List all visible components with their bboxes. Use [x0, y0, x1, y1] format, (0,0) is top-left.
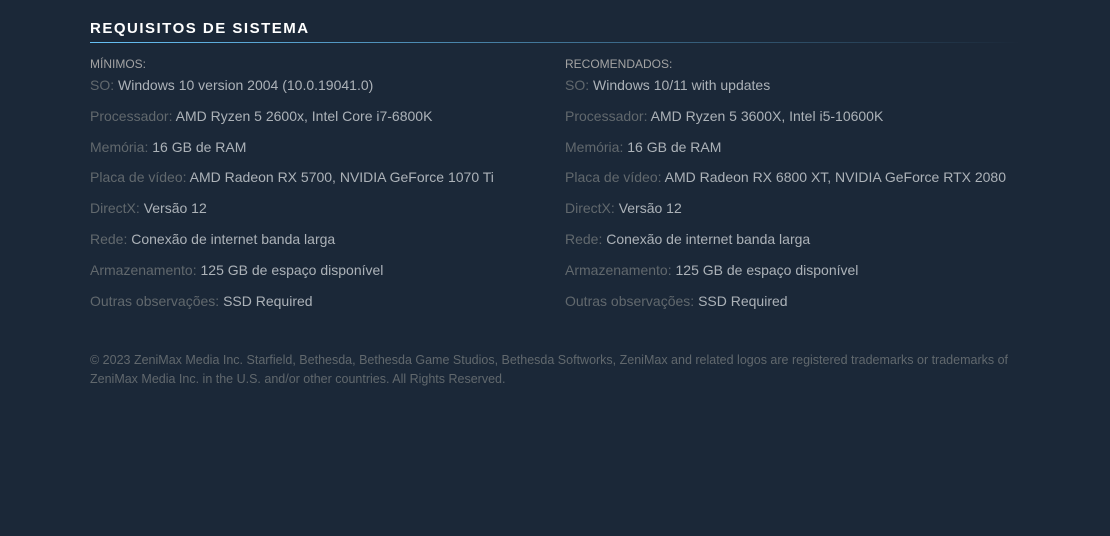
spec-item: Outras observações: SSD Required [90, 293, 545, 310]
spec-value: Versão 12 [619, 200, 682, 216]
spec-value: SSD Required [223, 293, 313, 309]
spec-value: Conexão de internet banda larga [606, 231, 810, 247]
spec-item: Memória: 16 GB de RAM [565, 139, 1020, 156]
recommended-header: RECOMENDADOS: [565, 57, 1020, 71]
legal-text: © 2023 ZeniMax Media Inc. Starfield, Bet… [90, 351, 1020, 387]
spec-item: DirectX: Versão 12 [90, 200, 545, 217]
minimum-column: MÍNIMOS: SO: Windows 10 version 2004 (10… [90, 57, 545, 323]
spec-item: Processador: AMD Ryzen 5 3600X, Intel i5… [565, 108, 1020, 125]
spec-item: Rede: Conexão de internet banda larga [90, 231, 545, 248]
spec-label: Armazenamento: [90, 262, 197, 278]
spec-value: 125 GB de espaço disponível [676, 262, 859, 278]
spec-item: Memória: 16 GB de RAM [90, 139, 545, 156]
spec-value: Windows 10 version 2004 (10.0.19041.0) [118, 77, 373, 93]
spec-value: Versão 12 [144, 200, 207, 216]
spec-label: Placa de vídeo: [90, 169, 187, 185]
spec-item: DirectX: Versão 12 [565, 200, 1020, 217]
minimum-header: MÍNIMOS: [90, 57, 545, 71]
spec-value: 125 GB de espaço disponível [201, 262, 384, 278]
spec-label: Memória: [90, 139, 148, 155]
spec-label: Armazenamento: [565, 262, 672, 278]
spec-value: Windows 10/11 with updates [593, 77, 770, 93]
spec-value: AMD Radeon RX 5700, NVIDIA GeForce 1070 … [190, 169, 494, 185]
spec-item: Processador: AMD Ryzen 5 2600x, Intel Co… [90, 108, 545, 125]
section-title: REQUISITOS DE SISTEMA [90, 20, 1020, 43]
spec-item: Placa de vídeo: AMD Radeon RX 6800 XT, N… [565, 169, 1020, 186]
spec-label: Memória: [565, 139, 623, 155]
spec-item: Armazenamento: 125 GB de espaço disponív… [565, 262, 1020, 279]
spec-label: DirectX: [90, 200, 140, 216]
spec-value: 16 GB de RAM [152, 139, 246, 155]
spec-label: SO: [565, 77, 589, 93]
spec-value: AMD Ryzen 5 2600x, Intel Core i7-6800K [176, 108, 433, 124]
spec-label: Outras observações: [565, 293, 694, 309]
spec-value: AMD Radeon RX 6800 XT, NVIDIA GeForce RT… [665, 169, 1006, 185]
recommended-spec-list: SO: Windows 10/11 with updates Processad… [565, 77, 1020, 309]
spec-value: AMD Ryzen 5 3600X, Intel i5-10600K [651, 108, 884, 124]
spec-item: SO: Windows 10/11 with updates [565, 77, 1020, 94]
spec-label: Rede: [90, 231, 127, 247]
spec-label: SO: [90, 77, 114, 93]
spec-label: Processador: [90, 108, 172, 124]
recommended-column: RECOMENDADOS: SO: Windows 10/11 with upd… [565, 57, 1020, 323]
spec-item: Armazenamento: 125 GB de espaço disponív… [90, 262, 545, 279]
spec-value: 16 GB de RAM [627, 139, 721, 155]
spec-item: Outras observações: SSD Required [565, 293, 1020, 310]
spec-value: SSD Required [698, 293, 788, 309]
spec-label: Placa de vídeo: [565, 169, 662, 185]
spec-label: Outras observações: [90, 293, 219, 309]
spec-item: Placa de vídeo: AMD Radeon RX 5700, NVID… [90, 169, 545, 186]
spec-label: DirectX: [565, 200, 615, 216]
spec-item: SO: Windows 10 version 2004 (10.0.19041.… [90, 77, 545, 94]
requirements-columns: MÍNIMOS: SO: Windows 10 version 2004 (10… [90, 57, 1020, 323]
minimum-spec-list: SO: Windows 10 version 2004 (10.0.19041.… [90, 77, 545, 309]
spec-label: Rede: [565, 231, 602, 247]
spec-label: Processador: [565, 108, 647, 124]
spec-value: Conexão de internet banda larga [131, 231, 335, 247]
spec-item: Rede: Conexão de internet banda larga [565, 231, 1020, 248]
